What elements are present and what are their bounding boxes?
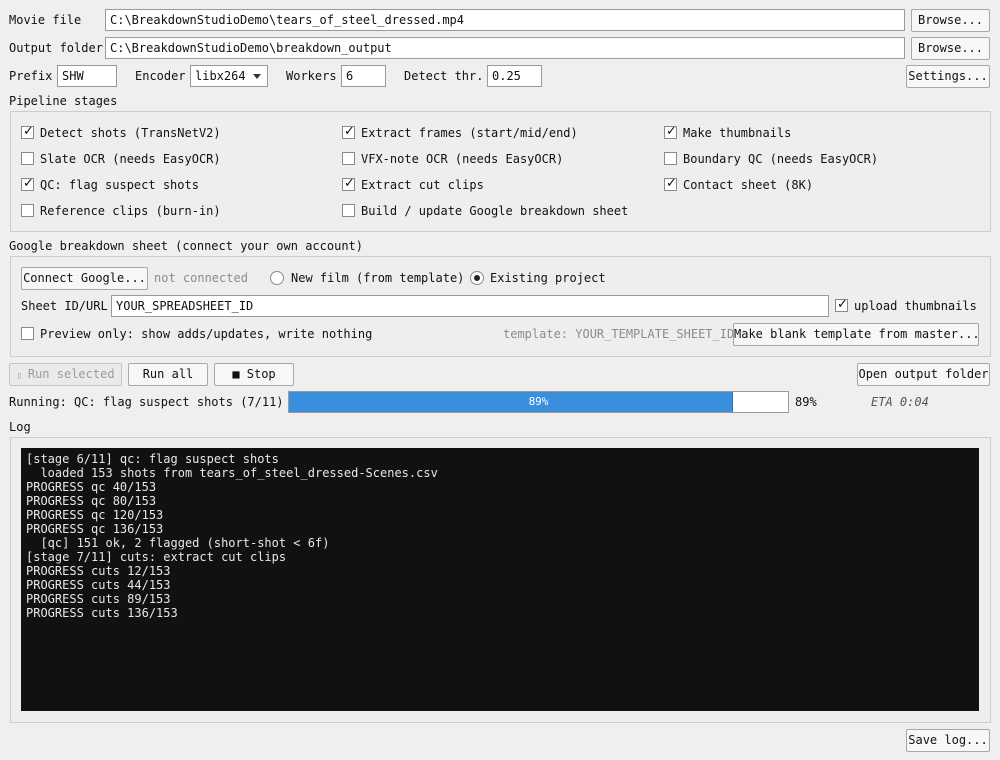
log-line: PROGRESS qc 40/153 — [26, 480, 157, 494]
run-all-button[interactable]: Run all — [128, 363, 208, 386]
checkmark-icon: ✓ — [23, 176, 34, 191]
progress-bar-text: 89% — [528, 395, 549, 408]
stage-label[interactable]: Extract cut clips — [361, 177, 484, 193]
checkmark-icon: ✓ — [666, 176, 677, 191]
chevron-down-icon — [253, 74, 261, 79]
preview-only-checkbox[interactable] — [21, 327, 34, 340]
stage-checkbox[interactable]: ✓ — [664, 124, 677, 139]
stage-checkbox[interactable] — [21, 204, 34, 217]
log-output[interactable]: [stage 6/11] qc: flag suspect shots load… — [21, 448, 979, 711]
checkmark-icon: ✓ — [666, 124, 677, 139]
open-output-folder-button[interactable]: Open output folder — [857, 363, 990, 386]
stage-label[interactable]: Detect shots (TransNetV2) — [40, 125, 221, 141]
log-line: PROGRESS qc 80/153 — [26, 494, 157, 508]
new-film-radio-label[interactable]: New film (from template) — [291, 270, 464, 286]
connect-google-button[interactable]: Connect Google... — [21, 267, 148, 290]
upload-thumbnails-label[interactable]: upload thumbnails — [854, 298, 977, 314]
stage-checkbox[interactable]: ✓ — [342, 176, 355, 191]
make-template-button[interactable]: Make blank template from master... — [733, 323, 980, 346]
prefix-input[interactable]: SHW — [57, 65, 117, 87]
log-line: PROGRESS cuts 89/153 — [26, 592, 171, 606]
log-line: PROGRESS cuts 44/153 — [26, 578, 171, 592]
stage-label[interactable]: Make thumbnails — [683, 125, 791, 141]
stop-button[interactable]: ■ Stop — [214, 363, 294, 386]
template-id-text: template: YOUR_TEMPLATE_SHEET_ID — [503, 327, 735, 341]
log-line: PROGRESS qc 120/153 — [26, 508, 164, 522]
log-title: Log — [9, 420, 31, 434]
checkmark-icon: ✓ — [837, 297, 848, 312]
log-line: [stage 6/11] qc: flag suspect shots — [26, 452, 279, 466]
checkmark-icon: ✓ — [344, 176, 355, 191]
run-selected-button[interactable]: ▯ Run selected — [9, 363, 122, 386]
google-section-title: Google breakdown sheet (connect your own… — [9, 239, 364, 253]
log-line: PROGRESS cuts 136/153 — [26, 606, 178, 620]
log-line: loaded 153 shots from tears_of_steel_dre… — [26, 466, 438, 480]
encoder-select[interactable]: libx264 — [190, 65, 268, 87]
sheet-id-label: Sheet ID/URL — [21, 299, 108, 313]
stage-checkbox[interactable]: ✓ — [21, 176, 34, 191]
progress-percent-text: 89% — [795, 395, 817, 409]
stage-checkbox[interactable] — [342, 204, 355, 217]
stage-checkbox[interactable] — [342, 152, 355, 165]
stage-label[interactable]: QC: flag suspect shots — [40, 177, 199, 193]
sheet-id-input[interactable]: YOUR_SPREADSHEET_ID — [111, 295, 829, 317]
encoder-value: libx264 — [195, 69, 246, 83]
stage-checkbox[interactable]: ✓ — [342, 124, 355, 139]
movie-file-input[interactable]: C:\BreakdownStudioDemo\tears_of_steel_dr… — [105, 9, 905, 31]
workers-label: Workers — [286, 69, 337, 83]
log-line: [qc] 151 ok, 2 flagged (short-shot < 6f) — [26, 536, 330, 550]
upload-thumbnails-checkbox[interactable]: ✓ — [835, 297, 848, 312]
settings-button[interactable]: Settings... — [906, 65, 990, 88]
running-status-text: Running: QC: flag suspect shots (7/11) — [9, 395, 284, 409]
checkmark-icon: ✓ — [344, 124, 355, 139]
new-film-radio[interactable] — [270, 271, 284, 285]
detect-threshold-label: Detect thr. — [404, 69, 484, 83]
radio-selected-dot — [474, 275, 480, 281]
log-line: PROGRESS cuts 12/153 — [26, 564, 171, 578]
existing-project-radio-label[interactable]: Existing project — [490, 270, 606, 286]
stage-label[interactable]: Slate OCR (needs EasyOCR) — [40, 151, 221, 167]
eta-text: ETA 0:04 — [871, 395, 929, 409]
checkmark-icon: ✓ — [23, 124, 34, 139]
stage-checkbox[interactable] — [21, 152, 34, 165]
stage-label[interactable]: VFX-note OCR (needs EasyOCR) — [361, 151, 563, 167]
run-selected-label: Run selected — [27, 367, 115, 381]
browse-movie-button[interactable]: Browse... — [911, 9, 990, 32]
encoder-label: Encoder — [135, 69, 186, 83]
stage-label[interactable]: Contact sheet (8K) — [683, 177, 813, 193]
workers-input[interactable]: 6 — [341, 65, 386, 87]
movie-file-label: Movie file — [9, 13, 82, 27]
browse-output-button[interactable]: Browse... — [911, 37, 990, 60]
existing-project-radio[interactable] — [470, 271, 484, 285]
detect-threshold-input[interactable]: 0.25 — [487, 65, 542, 87]
stage-label[interactable]: Build / update Google breakdown sheet — [361, 203, 628, 219]
run-selected-icon: ▯ — [16, 371, 22, 381]
pipeline-stages-title: Pipeline stages — [9, 94, 118, 108]
log-line: [stage 7/11] cuts: extract cut clips — [26, 550, 287, 564]
stage-label[interactable]: Reference clips (burn-in) — [40, 203, 221, 219]
stage-label[interactable]: Extract frames (start/mid/end) — [361, 125, 578, 141]
progress-bar: 89% — [288, 391, 789, 413]
stage-checkbox[interactable]: ✓ — [664, 176, 677, 191]
stage-label[interactable]: Boundary QC (needs EasyOCR) — [683, 151, 878, 167]
prefix-label: Prefix — [9, 69, 53, 83]
stage-checkbox[interactable] — [664, 152, 677, 165]
stage-checkbox[interactable]: ✓ — [21, 124, 34, 139]
output-folder-label: Output folder — [9, 41, 103, 55]
log-line: PROGRESS qc 136/153 — [26, 522, 164, 536]
preview-only-label[interactable]: Preview only: show adds/updates, write n… — [40, 326, 372, 342]
output-folder-input[interactable]: C:\BreakdownStudioDemo\breakdown_output — [105, 37, 905, 59]
save-log-button[interactable]: Save log... — [906, 729, 990, 752]
google-status-text: not connected — [154, 271, 248, 285]
